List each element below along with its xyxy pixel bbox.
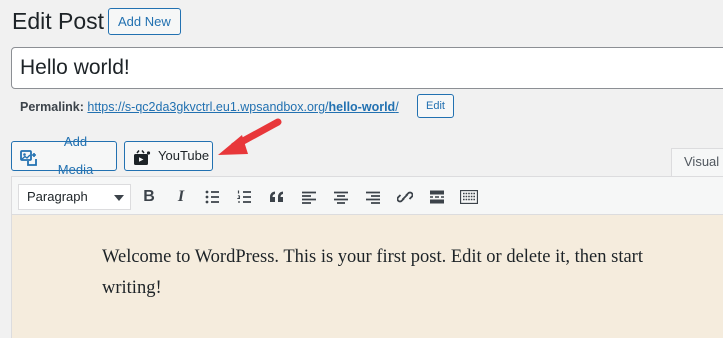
chevron-down-icon (114, 195, 124, 201)
permalink-link[interactable]: https://s-qc2da3gkvctrl.eu1.wpsandbox.or… (87, 100, 398, 114)
paragraph-format-select[interactable]: Paragraph (18, 184, 131, 210)
insert-link-icon[interactable] (392, 184, 418, 210)
add-new-button[interactable]: Add New (108, 8, 181, 35)
classic-editor: Paragraph B I Welcome to WordPress. This… (11, 176, 723, 338)
align-right-icon[interactable] (360, 184, 386, 210)
bold-icon[interactable]: B (136, 184, 162, 210)
post-title-input[interactable] (11, 47, 723, 89)
annotation-arrow-icon (218, 118, 282, 155)
format-select-value: Paragraph (27, 189, 88, 204)
add-media-button[interactable]: Add Media (11, 134, 117, 177)
permalink-base: https://s-qc2da3gkvctrl.eu1.wpsandbox.or… (87, 100, 329, 114)
post-content-paragraph: Welcome to WordPress. This is your first… (102, 247, 643, 298)
read-more-icon[interactable] (424, 184, 450, 210)
permalink-trailing: / (395, 100, 399, 114)
editor-toolbar: Paragraph B I (12, 177, 723, 215)
align-left-icon[interactable] (296, 184, 322, 210)
edit-slug-button[interactable]: Edit (417, 94, 454, 118)
editor-content-area[interactable]: Welcome to WordPress. This is your first… (12, 215, 723, 338)
bulleted-list-icon[interactable] (200, 184, 226, 210)
youtube-label: YouTube (158, 148, 210, 163)
italic-icon[interactable]: I (168, 184, 194, 210)
page-title: Edit Post (12, 8, 105, 34)
blockquote-icon[interactable] (264, 184, 290, 210)
align-center-icon[interactable] (328, 184, 354, 210)
youtube-icon (133, 148, 151, 165)
permalink-label: Permalink: (20, 100, 84, 114)
tab-visual[interactable]: Visual (671, 148, 723, 176)
permalink-slug: hello-world (328, 100, 396, 114)
permalink-row: Permalink: https://s-qc2da3gkvctrl.eu1.w… (20, 97, 399, 117)
add-media-icon (20, 148, 38, 166)
youtube-button[interactable]: YouTube (124, 141, 213, 171)
toolbar-toggle-icon[interactable] (456, 184, 482, 210)
numbered-list-icon[interactable] (232, 184, 258, 210)
